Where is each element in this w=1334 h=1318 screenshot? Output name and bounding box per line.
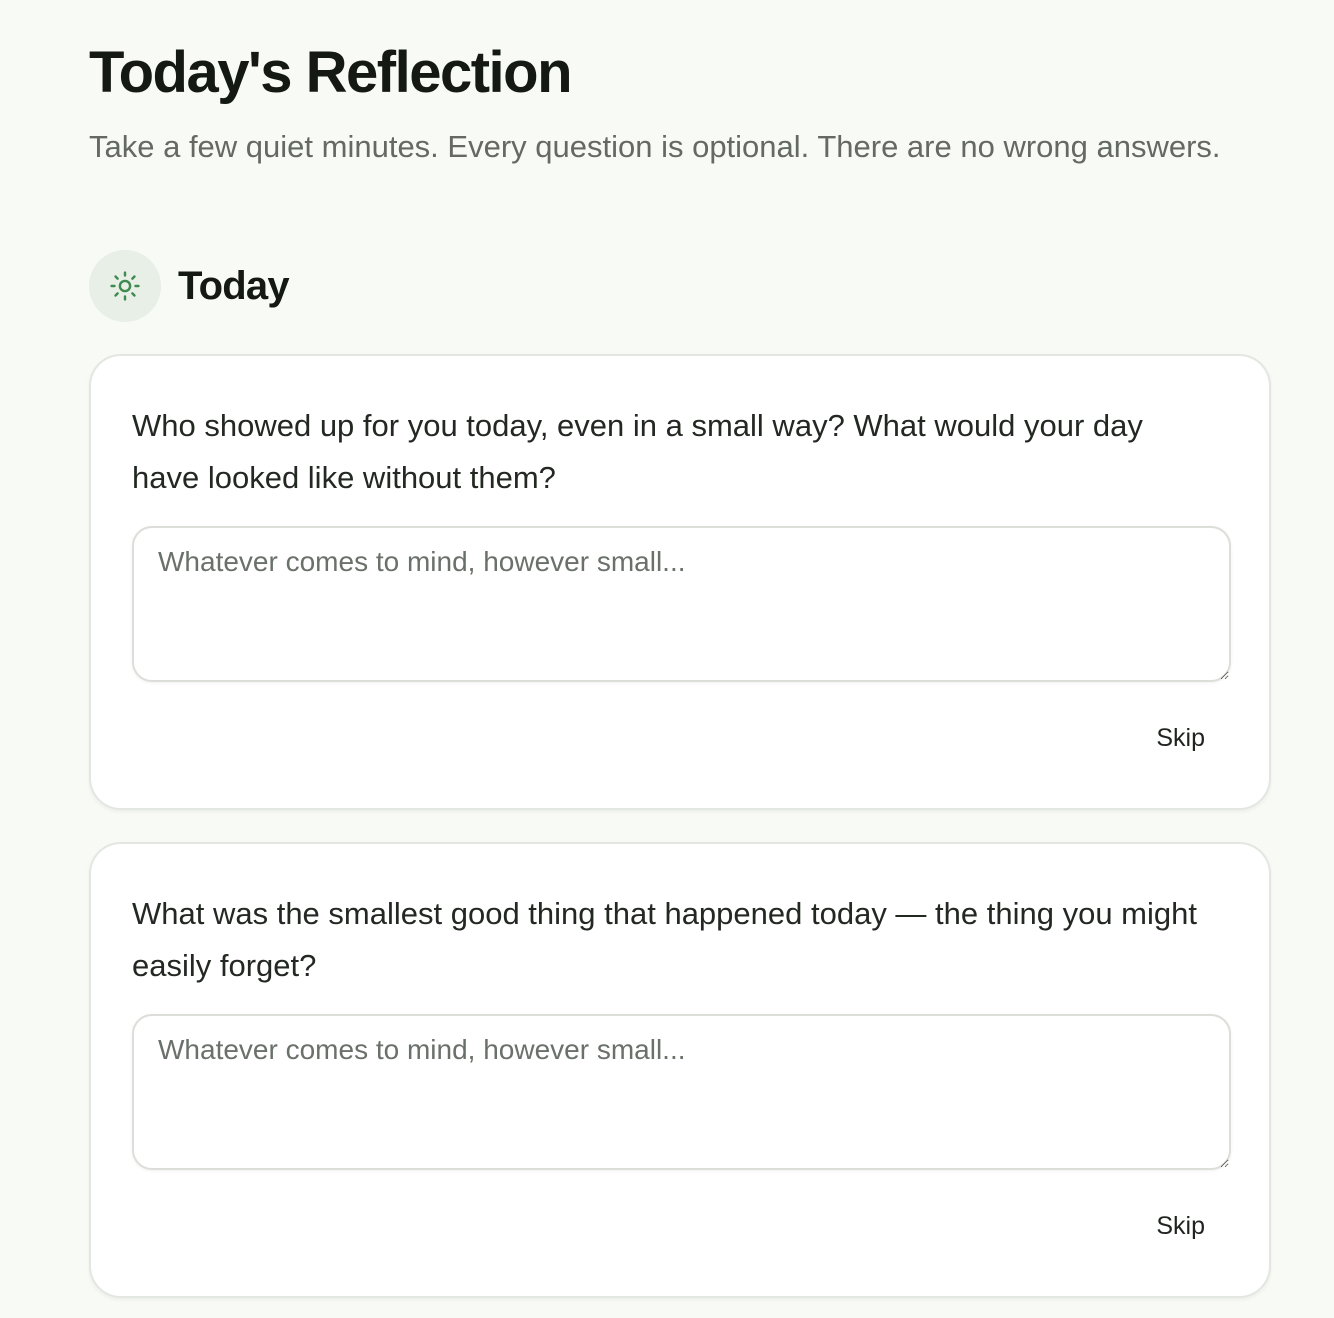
section-title: Today <box>178 263 290 308</box>
answer-textarea[interactable] <box>132 1014 1231 1170</box>
skip-button[interactable]: Skip <box>1134 1204 1227 1248</box>
page-subtitle: Take a few quiet minutes. Every question… <box>89 129 1221 164</box>
question-prompt: Who showed up for you today, even in a s… <box>132 408 1143 495</box>
page-title: Today's Reflection <box>89 40 573 105</box>
answer-textarea[interactable] <box>132 526 1231 682</box>
reflection-page: Today's Reflection Take a few quiet minu… <box>0 0 1334 1318</box>
question-prompt: What was the smallest good thing that ha… <box>132 896 1197 983</box>
question-card: Who showed up for you today, even in a s… <box>89 354 1271 810</box>
sun-icon <box>89 250 161 322</box>
skip-button[interactable]: Skip <box>1134 716 1227 760</box>
question-card: What was the smallest good thing that ha… <box>89 842 1271 1298</box>
section-header-today: Today <box>89 250 290 322</box>
